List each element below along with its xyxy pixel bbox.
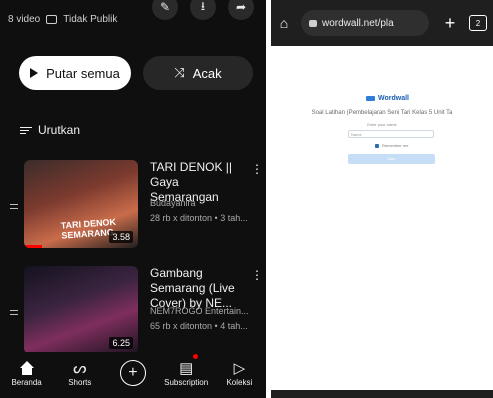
video-thumbnail[interactable]: TARI DENOK SEMARANG 3.58	[24, 160, 138, 248]
video-item[interactable]: 6.25 Gambang Semarang (Live Cover) by NE…	[0, 266, 266, 361]
video-stats: 28 rb x ditonton • 3 tah...	[150, 213, 248, 223]
shuffle-button[interactable]: ⤨ Acak	[143, 56, 253, 90]
sort-icon	[20, 126, 32, 134]
nav-library-label: Koleksi	[226, 378, 253, 387]
youtube-playlist-panel: 8 video Tidak Publik ✎ ⭳ ➦ Putar semua ⤨…	[0, 0, 266, 398]
name-input[interactable]: Name	[348, 130, 434, 138]
start-button[interactable]: Start	[348, 154, 435, 164]
video-thumbnail[interactable]: 6.25	[24, 266, 138, 354]
wordwall-logo-text: Wordwall	[378, 95, 409, 102]
pencil-icon[interactable]: ✎	[152, 0, 178, 20]
download-icon[interactable]: ⭳	[190, 0, 216, 20]
remember-checkbox[interactable]	[375, 143, 379, 148]
wordwall-logo: Wordwall	[366, 95, 409, 102]
nav-shorts[interactable]: ᔕ Shorts	[54, 352, 106, 387]
share-icon[interactable]: ➦	[228, 0, 254, 20]
remember-label: Remember me	[382, 143, 409, 148]
tab-count-button[interactable]: 2	[469, 15, 487, 31]
video-channel: NEM7ROGO Entertain...	[150, 306, 249, 316]
drag-handle-icon[interactable]	[10, 310, 18, 318]
nav-subscriptions-label: Subscription	[164, 378, 209, 387]
sort-label: Urutkan	[38, 123, 81, 137]
shuffle-label: Acak	[192, 65, 222, 81]
drag-handle-icon[interactable]	[10, 204, 18, 212]
video-duration: 6.25	[109, 337, 133, 349]
subscriptions-icon: ▤	[179, 360, 194, 377]
more-options-icon[interactable]: ⋮	[251, 268, 263, 282]
lock-icon	[46, 15, 58, 24]
nav-home[interactable]: Beranda	[1, 352, 53, 387]
playlist-meta: 8 video Tidak Publik	[8, 14, 117, 25]
address-bar[interactable]: wordwall.net/pla	[301, 10, 429, 36]
remember-me-row[interactable]: Remember me	[375, 143, 408, 148]
more-options-icon[interactable]: ⋮	[251, 162, 263, 176]
wordwall-logo-icon	[366, 96, 375, 101]
browser-bottom-bar	[271, 390, 493, 398]
notification-dot	[193, 354, 199, 359]
video-channel: Budayanira	[150, 198, 196, 208]
bottom-navigation: Beranda ᔕ Shorts + ▤ Subscription ▷ Kole…	[0, 352, 266, 398]
playlist-actions: ✎ ⭳ ➦	[152, 0, 254, 20]
activity-title: Soal Latihan (Pembelajaran Seni Tari Kel…	[311, 110, 453, 116]
play-all-label: Putar semua	[46, 65, 120, 81]
sort-button[interactable]: Urutkan	[20, 123, 80, 137]
library-icon: ▷	[233, 360, 246, 377]
home-icon	[19, 358, 34, 378]
new-tab-icon[interactable]: +	[435, 13, 465, 34]
browser-panel: ⌂ wordwall.net/pla + 2 Wordwall Soal Lat…	[271, 0, 493, 398]
browser-toolbar: ⌂ wordwall.net/pla + 2	[271, 0, 493, 46]
home-icon[interactable]: ⌂	[271, 15, 297, 31]
watch-progress-bar	[24, 245, 42, 248]
play-icon	[30, 68, 39, 78]
privacy-status: Tidak Publik	[63, 14, 118, 25]
play-all-button[interactable]: Putar semua	[19, 56, 131, 90]
nav-subscriptions[interactable]: ▤ Subscription	[160, 352, 212, 387]
create-plus-icon: +	[119, 360, 146, 386]
nav-shorts-label: Shorts	[68, 378, 92, 387]
lock-icon	[309, 19, 317, 27]
nav-create[interactable]: +	[107, 352, 159, 386]
video-duration: 3.58	[109, 231, 133, 243]
video-stats: 65 rb x ditonton • 4 tah...	[150, 321, 248, 331]
url-text: wordwall.net/pla	[322, 17, 394, 29]
nav-library[interactable]: ▷ Koleksi	[213, 352, 265, 387]
shorts-icon: ᔕ	[73, 360, 87, 377]
video-count: 8 video	[8, 14, 41, 25]
enter-name-label: Enter your name	[367, 122, 397, 127]
nav-home-label: Beranda	[11, 378, 42, 387]
video-item[interactable]: TARI DENOK SEMARANG 3.58 TARI DENOK || G…	[0, 160, 266, 255]
shuffle-icon: ⤨	[174, 65, 185, 80]
